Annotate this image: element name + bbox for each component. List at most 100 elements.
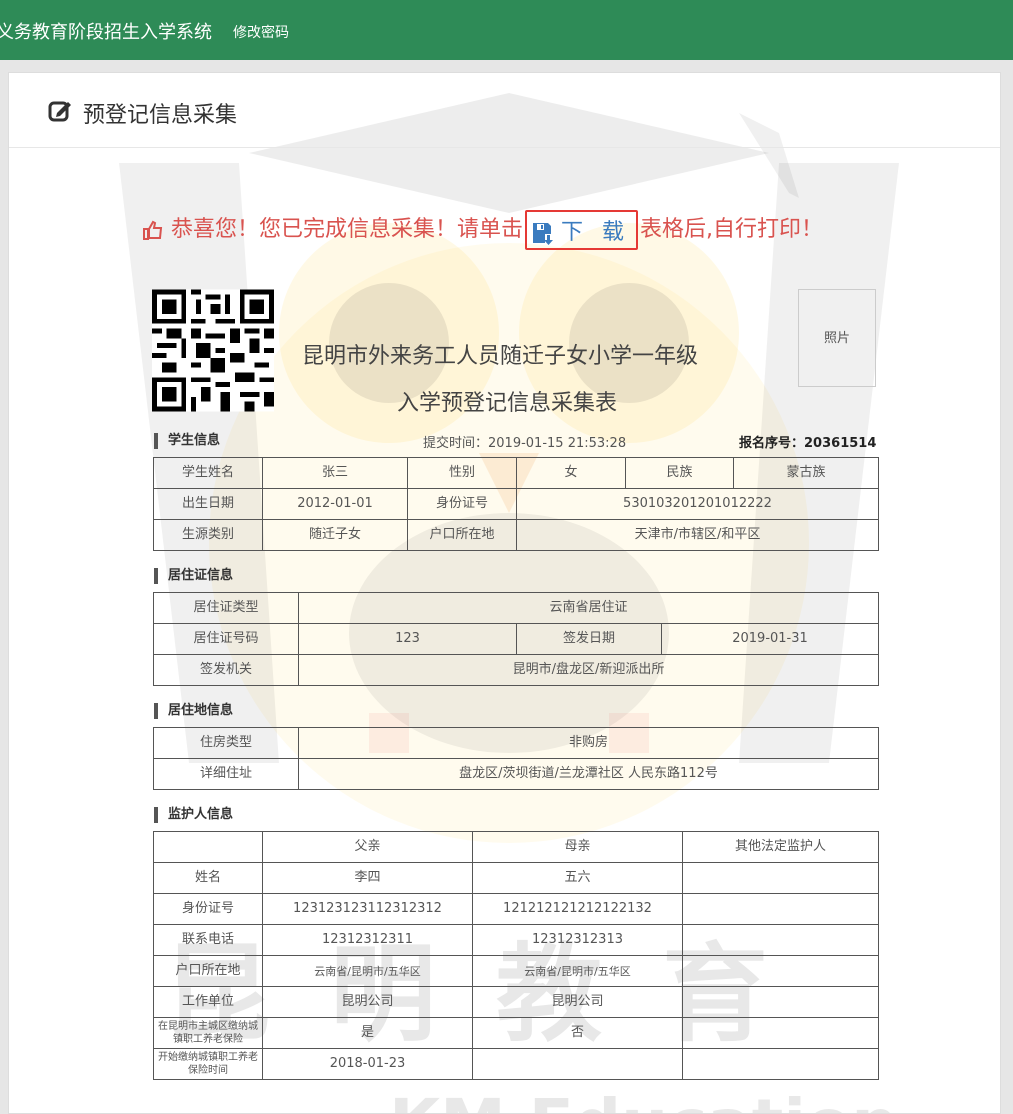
cell-label: 出生日期 bbox=[153, 488, 263, 520]
cell-label: 联系电话 bbox=[153, 924, 263, 956]
table-row: 姓名 李四 五六 bbox=[153, 862, 879, 894]
thumbs-up-icon bbox=[143, 220, 163, 240]
reg-no-label: 报名序号： bbox=[739, 436, 805, 451]
column-header-father: 父亲 bbox=[262, 831, 473, 863]
page-title: 预登记信息采集 bbox=[83, 103, 238, 128]
cell-label: 户口所在地 bbox=[407, 519, 517, 551]
photo-placeholder: 照片 bbox=[798, 289, 876, 387]
table-row: 学生姓名 张三 性别 女 民族 蒙古族 bbox=[153, 457, 879, 489]
cell-label: 工作单位 bbox=[153, 986, 263, 1018]
cell-label: 身份证号 bbox=[407, 488, 517, 520]
cell-value: 12312312311 bbox=[262, 924, 473, 956]
cell-value: 昆明市/盘龙区/新迎派出所 bbox=[297, 654, 880, 686]
cell-value: 2019-01-31 bbox=[660, 623, 880, 655]
cell-label: 签发日期 bbox=[516, 623, 662, 655]
cell-value: 随迁子女 bbox=[262, 519, 408, 551]
permit-info-table: 居住证类型 云南省居住证 居住证号码 123 签发日期 2019-01-31 签… bbox=[153, 592, 880, 686]
table-row: 住房类型 非购房 bbox=[153, 727, 879, 759]
student-info-table: 学生姓名 张三 性别 女 民族 蒙古族 出生日期 2012-01-01 身份证号… bbox=[153, 457, 879, 551]
cell-value: 昆明公司 bbox=[262, 986, 473, 1018]
cell-value: 是 bbox=[262, 1017, 473, 1049]
section-title-permit: 居住证信息 bbox=[154, 568, 233, 584]
change-password-link[interactable]: 修改密码 bbox=[233, 22, 289, 42]
cell-value bbox=[682, 862, 879, 894]
cell-value: 2012-01-01 bbox=[262, 488, 408, 520]
table-row: 生源类别 随迁子女 户口所在地 天津市/市辖区/和平区 bbox=[153, 519, 879, 551]
edit-icon bbox=[48, 101, 71, 122]
table-row: 身份证号 123123123112312312 1212121212121221… bbox=[153, 893, 879, 925]
cell-value: 李四 bbox=[262, 862, 473, 894]
section-title-student: 学生信息 bbox=[154, 433, 220, 449]
cell-value: 天津市/市辖区/和平区 bbox=[516, 519, 879, 551]
app-title[interactable]: 义务教育阶段招生入学系统 bbox=[0, 18, 212, 44]
cell-value: 盘龙区/茨坝街道/兰龙潭社区 人民东路112号 bbox=[298, 758, 879, 790]
table-row: 联系电话 12312312311 12312312313 bbox=[153, 924, 879, 956]
cell-value: 蒙古族 bbox=[733, 457, 879, 489]
cell-value: 云南省/昆明市/五华区 bbox=[262, 955, 473, 987]
submit-time: 提交时间：2019-01-15 21:53:28 bbox=[423, 432, 626, 451]
form-title-line1: 昆明市外来务工人员随迁子女小学一年级 bbox=[302, 344, 699, 369]
cell-value bbox=[682, 986, 879, 1018]
cell-label: 开始缴纳城镇职工养老保险时间 bbox=[153, 1048, 263, 1080]
cell-label: 住房类型 bbox=[153, 727, 299, 759]
table-row: 居住证类型 云南省居住证 bbox=[153, 592, 880, 624]
cell-value bbox=[682, 955, 879, 987]
cell-label: 性别 bbox=[407, 457, 517, 489]
column-header-other: 其他法定监护人 bbox=[682, 831, 879, 863]
table-header-row: 父亲 母亲 其他法定监护人 bbox=[153, 831, 879, 863]
reg-no-value: 20361514 bbox=[804, 436, 877, 451]
cell-value: 123 bbox=[298, 623, 517, 655]
cell-label: 民族 bbox=[625, 457, 734, 489]
watermark-text-en: KM Education bbox=[389, 1085, 898, 1113]
cell-value: 张三 bbox=[262, 457, 408, 489]
cell-value: 530103201201012222 bbox=[516, 488, 879, 520]
cell-value: 五六 bbox=[472, 862, 683, 894]
cell-value: 否 bbox=[472, 1017, 683, 1049]
submit-time-label: 提交时间： bbox=[423, 436, 489, 451]
cell-value bbox=[682, 893, 879, 925]
submit-time-value: 2019-01-15 21:53:28 bbox=[488, 436, 627, 451]
form-title-line2: 入学预登记信息采集表 bbox=[397, 391, 618, 416]
cell-label: 详细住址 bbox=[153, 758, 299, 790]
cell-label: 户口所在地 bbox=[153, 955, 263, 987]
registration-number: 报名序号：20361514 bbox=[739, 432, 876, 451]
guardian-info-table: 父亲 母亲 其他法定监护人 姓名 李四 五六 身份证号 123123123112… bbox=[153, 831, 879, 1080]
cell-value: 昆明公司 bbox=[472, 986, 683, 1018]
panel-header: 预登记信息采集 bbox=[9, 73, 1000, 148]
cell-label: 居住证类型 bbox=[153, 592, 299, 624]
cell-value: 非购房 bbox=[298, 727, 879, 759]
table-row: 户口所在地 云南省/昆明市/五华区 云南省/昆明市/五华区 bbox=[153, 955, 879, 987]
table-row: 在昆明市主城区缴纳城镇职工养老保险 是 否 bbox=[153, 1017, 879, 1049]
download-button[interactable]: 下 载 bbox=[525, 210, 639, 250]
cell-value: 123123123112312312 bbox=[262, 893, 473, 925]
notice-text-before: 恭喜您！您已完成信息采集！请单击 bbox=[171, 217, 524, 242]
cell-label: 签发机关 bbox=[153, 654, 299, 686]
cell-value: 女 bbox=[516, 457, 626, 489]
top-navbar: 义务教育阶段招生入学系统 修改密码 bbox=[0, 0, 1013, 60]
cell-value: 12312312313 bbox=[472, 924, 683, 956]
table-row: 签发机关 昆明市/盘龙区/新迎派出所 bbox=[153, 654, 880, 686]
table-row: 出生日期 2012-01-01 身份证号 530103201201012222 bbox=[153, 488, 879, 520]
residence-info-table: 住房类型 非购房 详细住址 盘龙区/茨坝街道/兰龙潭社区 人民东路112号 bbox=[153, 727, 879, 790]
cell-value bbox=[682, 924, 879, 956]
cell-value: 云南省居住证 bbox=[297, 592, 880, 624]
cell-value bbox=[682, 1048, 879, 1080]
table-row: 工作单位 昆明公司 昆明公司 bbox=[153, 986, 879, 1018]
cell-corner bbox=[153, 831, 263, 863]
table-row: 详细住址 盘龙区/茨坝街道/兰龙潭社区 人民东路112号 bbox=[153, 758, 879, 790]
cell-value: 2018-01-23 bbox=[262, 1048, 473, 1080]
cell-label: 姓名 bbox=[153, 862, 263, 894]
cell-label: 生源类别 bbox=[153, 519, 263, 551]
cell-label: 在昆明市主城区缴纳城镇职工养老保险 bbox=[153, 1017, 263, 1049]
cell-value bbox=[682, 1017, 879, 1049]
cell-value bbox=[472, 1048, 683, 1080]
cell-label: 学生姓名 bbox=[153, 457, 263, 489]
section-title-residence: 居住地信息 bbox=[154, 703, 233, 719]
column-header-mother: 母亲 bbox=[472, 831, 683, 863]
cell-label: 身份证号 bbox=[153, 893, 263, 925]
download-label: 下 载 bbox=[561, 220, 631, 245]
completion-notice: 恭喜您！您已完成信息采集！请单击 下 载表格后,自行打印！ bbox=[143, 210, 824, 250]
cell-value: 云南省/昆明市/五华区 bbox=[472, 955, 683, 987]
notice-text-after: 表格后,自行打印！ bbox=[640, 217, 824, 242]
table-row: 开始缴纳城镇职工养老保险时间 2018-01-23 bbox=[153, 1048, 879, 1080]
